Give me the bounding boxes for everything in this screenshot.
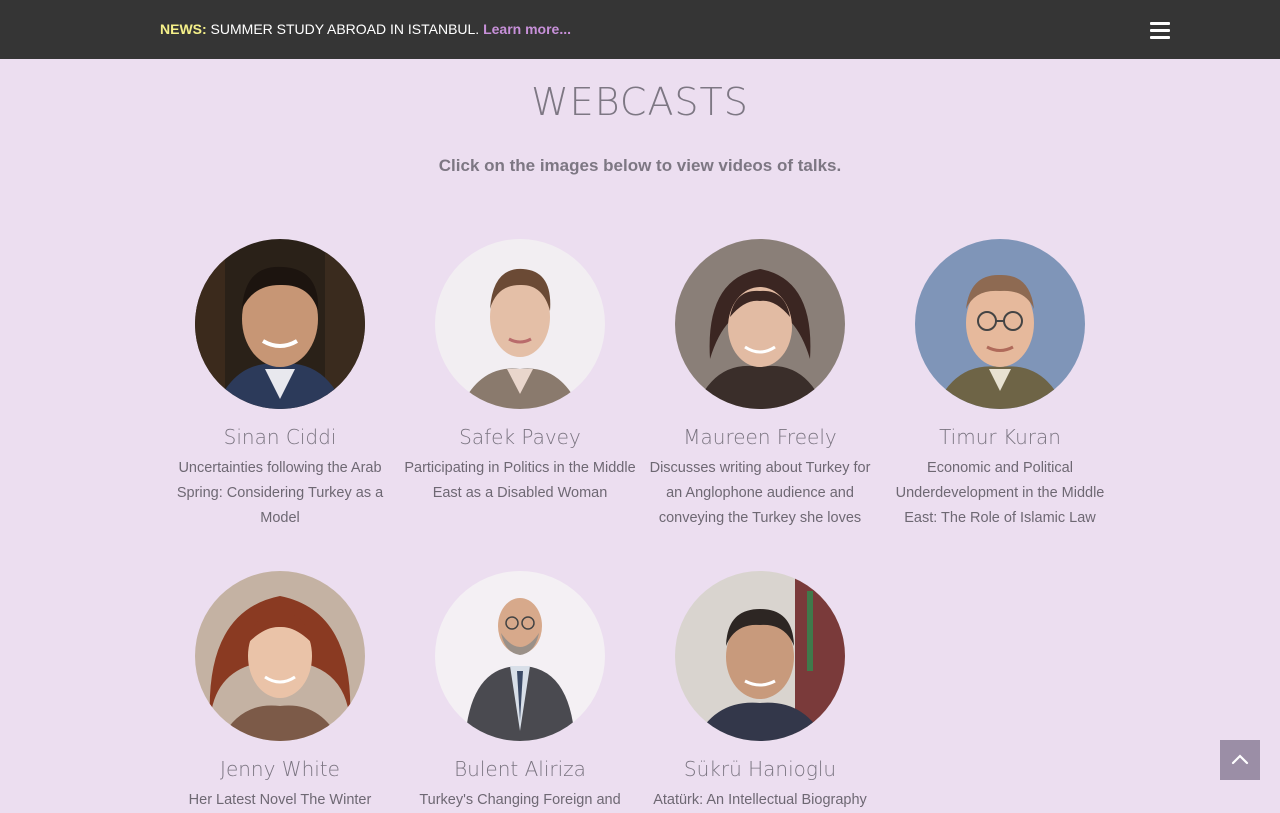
speaker-talk-description: Her Latest Novel The Winter xyxy=(188,792,372,808)
speaker-photo[interactable] xyxy=(675,239,845,409)
speaker-talk-description: Economic and Political Underdevelopment … xyxy=(895,460,1105,526)
speaker-photo[interactable] xyxy=(435,571,605,741)
speaker-card-bulent-aliriza[interactable]: Bulent Aliriza Turkey's Changing Foreign… xyxy=(400,571,640,813)
page-subtitle: Click on the images below to view videos… xyxy=(438,156,842,175)
speaker-photo[interactable] xyxy=(675,571,845,741)
speaker-name: Timur Kuran xyxy=(939,425,1061,449)
speaker-talk-description: Participating in Politics in the Middle … xyxy=(404,460,636,501)
speaker-photo[interactable] xyxy=(195,239,365,409)
hamburger-menu-icon[interactable] xyxy=(1150,22,1170,40)
speaker-photo[interactable] xyxy=(915,239,1085,409)
speaker-name: Sinan Ciddi xyxy=(223,425,337,449)
speaker-name: Safek Pavey xyxy=(459,425,581,449)
speaker-photo[interactable] xyxy=(195,571,365,741)
speaker-photo[interactable] xyxy=(435,239,605,409)
speaker-talk-description: Uncertainties following the Arab Spring:… xyxy=(176,460,384,526)
speaker-name: Jenny White xyxy=(220,757,340,781)
speaker-name: Maureen Freely xyxy=(683,425,837,449)
page-title: WEBCASTS xyxy=(531,80,749,124)
chevron-up-icon xyxy=(1231,754,1249,765)
top-news-bar: NEWS: SUMMER STUDY ABROAD IN ISTANBUL. L… xyxy=(0,0,1280,59)
speaker-card-jenny-white[interactable]: Jenny White Her Latest Novel The Winter xyxy=(160,571,400,813)
speaker-card-timur-kuran[interactable]: Timur Kuran Economic and Political Under… xyxy=(880,239,1120,531)
speaker-card-safek-pavey[interactable]: Safek Pavey Participating in Politics in… xyxy=(400,239,640,506)
speaker-name: Bulent Aliriza xyxy=(454,757,586,781)
learn-more-link[interactable]: Learn more... xyxy=(483,21,571,37)
news-text: SUMMER STUDY ABROAD IN ISTANBUL. xyxy=(206,21,484,37)
news-label: NEWS: xyxy=(160,21,207,37)
speaker-talk-description: Turkey's Changing Foreign and xyxy=(419,792,621,808)
news-banner: NEWS: SUMMER STUDY ABROAD IN ISTANBUL. L… xyxy=(160,21,571,37)
speaker-card-maureen-freely[interactable]: Maureen Freely Discusses writing about T… xyxy=(640,239,880,531)
speaker-talk-description: Discusses writing about Turkey for an An… xyxy=(649,460,871,526)
speaker-card-sukru-hanioglu[interactable]: Sükrü Hanioglu Atatürk: An Intellectual … xyxy=(640,571,880,813)
scroll-to-top-button[interactable] xyxy=(1220,740,1260,780)
speaker-card-sinan-ciddi[interactable]: Sinan Ciddi Uncertainties following the … xyxy=(160,239,400,531)
speaker-name: Sükrü Hanioglu xyxy=(683,757,837,781)
speaker-talk-description: Atatürk: An Intellectual Biography xyxy=(653,792,867,808)
